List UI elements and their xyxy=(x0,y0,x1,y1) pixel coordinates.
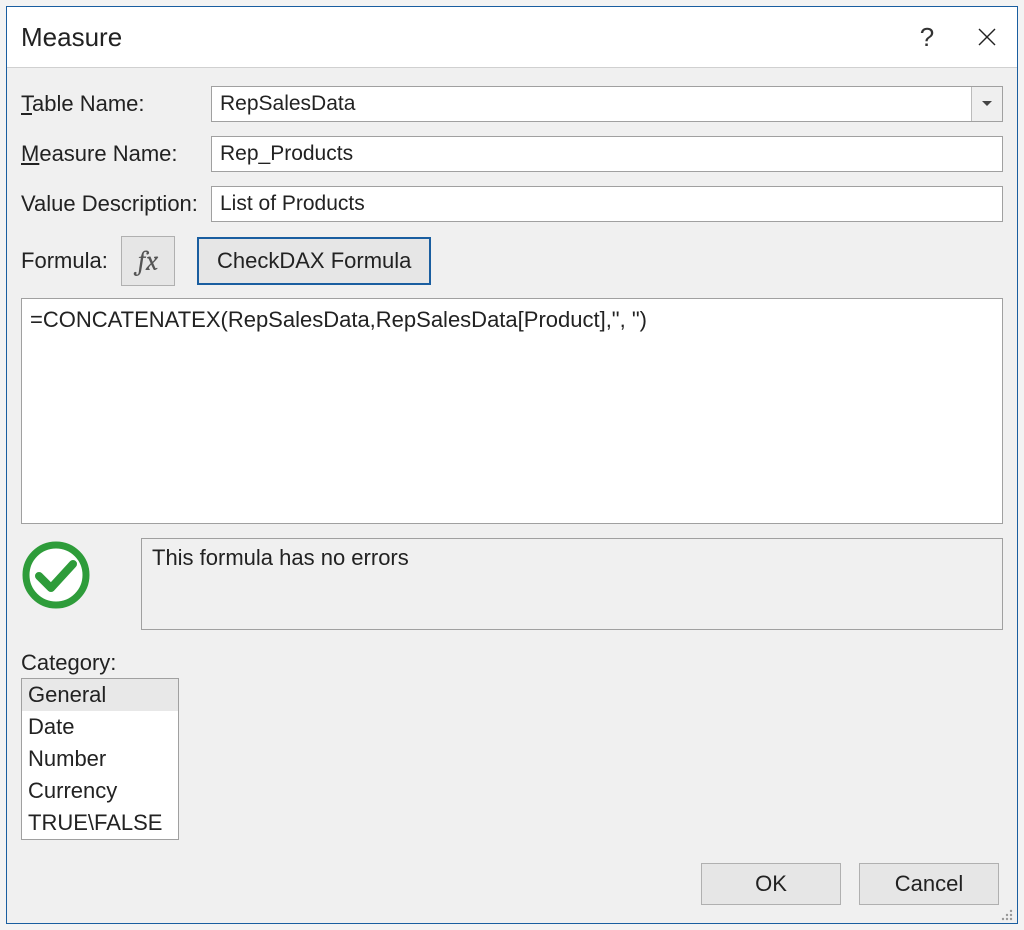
measure-dialog: Measure ? Table Name: RepSalesData xyxy=(6,6,1018,924)
close-icon xyxy=(977,27,997,47)
table-name-dropdown-button[interactable] xyxy=(971,87,1002,121)
cancel-button[interactable]: Cancel xyxy=(859,863,999,905)
row-value-description: Value Description: xyxy=(21,186,1003,222)
help-button[interactable]: ? xyxy=(897,22,957,53)
row-formula-controls: Formula: fx Check DAX Formula xyxy=(21,236,1003,286)
category-section: Category: GeneralDateNumberCurrencyTRUE\… xyxy=(21,650,1003,840)
label-measure-name: Measure Name: xyxy=(21,141,211,167)
chevron-down-icon xyxy=(981,100,993,108)
title-bar: Measure ? xyxy=(7,7,1017,68)
dialog-footer: OK Cancel xyxy=(701,863,999,905)
close-button[interactable] xyxy=(957,27,1017,47)
category-item[interactable]: Number xyxy=(22,743,178,775)
window-title: Measure xyxy=(21,22,897,53)
row-measure-name: Measure Name: xyxy=(21,136,1003,172)
label-table-name: Table Name: xyxy=(21,91,211,117)
resize-grip[interactable] xyxy=(999,905,1015,921)
row-status: This formula has no errors xyxy=(21,538,1003,630)
check-dax-formula-button[interactable]: Check DAX Formula xyxy=(197,237,431,285)
category-list[interactable]: GeneralDateNumberCurrencyTRUE\FALSE xyxy=(21,678,179,840)
row-table-name: Table Name: RepSalesData xyxy=(21,86,1003,122)
label-category: Category: xyxy=(21,650,1003,676)
ok-button[interactable]: OK xyxy=(701,863,841,905)
category-item[interactable]: Date xyxy=(22,711,178,743)
measure-name-input[interactable] xyxy=(211,136,1003,172)
table-name-combo[interactable]: RepSalesData xyxy=(211,86,1003,122)
label-formula: Formula: xyxy=(21,248,121,274)
dialog-body: Table Name: RepSalesData Measure Name: xyxy=(7,68,1017,850)
fx-button[interactable]: fx xyxy=(121,236,175,286)
status-icon-container xyxy=(21,538,141,630)
checkmark-ok-icon xyxy=(21,540,91,610)
category-item[interactable]: TRUE\FALSE xyxy=(22,807,178,839)
category-item[interactable]: General xyxy=(22,679,178,711)
resize-grip-icon xyxy=(999,907,1015,923)
fx-icon: fx xyxy=(138,245,158,277)
table-name-value: RepSalesData xyxy=(212,87,971,121)
category-item[interactable]: Currency xyxy=(22,775,178,807)
formula-editor[interactable] xyxy=(21,298,1003,524)
status-message: This formula has no errors xyxy=(141,538,1003,630)
value-description-input[interactable] xyxy=(211,186,1003,222)
label-value-description: Value Description: xyxy=(21,191,211,217)
